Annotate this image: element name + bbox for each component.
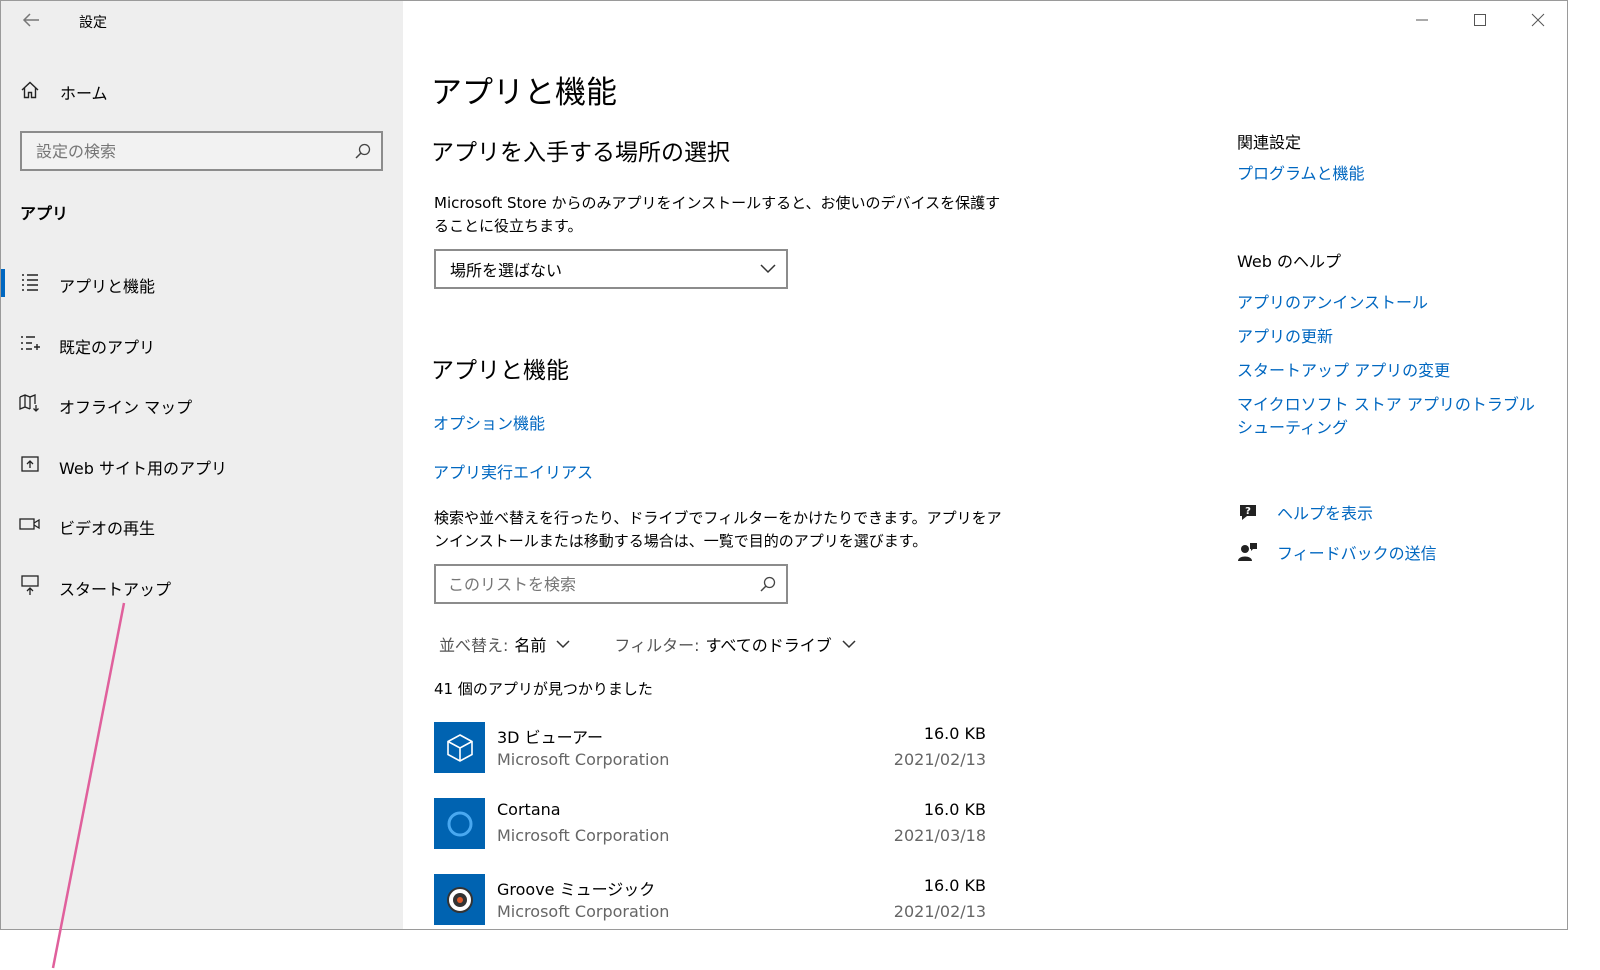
search-icon[interactable] — [345, 133, 381, 169]
maximize-button[interactable] — [1451, 1, 1509, 39]
settings-search-box[interactable] — [20, 131, 383, 171]
window-controls — [1393, 1, 1567, 39]
sort-value: 名前 — [514, 636, 547, 655]
apps-features-icon — [19, 271, 41, 293]
app-list-item[interactable]: Cortana Microsoft Corporation 16.0 KB 20… — [434, 798, 994, 850]
app-list-item[interactable]: 3D ビューアー Microsoft Corporation 16.0 KB 2… — [434, 722, 994, 774]
sidebar-item-label: アプリと機能 — [59, 277, 156, 296]
close-button[interactable] — [1509, 1, 1567, 39]
app-size: 16.0 KB — [923, 876, 986, 895]
chevron-down-icon — [556, 639, 570, 648]
search-icon[interactable] — [750, 566, 786, 602]
page-title: アプリと機能 — [431, 75, 617, 111]
sort-label: 並べ替え: — [439, 636, 509, 655]
app-count: 41 個のアプリが見つかりました — [434, 680, 653, 698]
apps-features-heading: アプリと機能 — [431, 358, 569, 384]
choose-location-heading: アプリを入手する場所の選択 — [431, 140, 730, 166]
home-label: ホーム — [60, 84, 108, 103]
app-size: 16.0 KB — [923, 724, 986, 743]
cortana-ring-icon — [434, 798, 485, 849]
sidebar-item-default-apps[interactable]: 既定のアプリ — [1, 322, 403, 383]
feedback-person-icon — [1238, 543, 1257, 561]
chevron-down-icon — [760, 264, 776, 274]
help-link-uninstall[interactable]: アプリのアンインストール — [1237, 291, 1537, 314]
app-name: Cortana — [497, 800, 561, 819]
sidebar-item-label: ビデオの再生 — [59, 519, 156, 538]
sidebar-item-label: スタートアップ — [59, 579, 172, 599]
filter-label: フィルター: — [614, 636, 700, 655]
help-link-startup[interactable]: スタートアップ アプリの変更 — [1237, 359, 1537, 382]
sidebar-item-video-playback[interactable]: ビデオの再生 — [1, 503, 403, 564]
app-date: 2021/02/13 — [893, 750, 986, 769]
dropdown-value: 場所を選ばない — [450, 261, 563, 280]
app-publisher: Microsoft Corporation — [497, 826, 670, 845]
app-date: 2021/02/13 — [893, 902, 986, 921]
sidebar-item-offline-maps[interactable]: オフライン マップ — [1, 382, 403, 443]
app-name: Groove ミュージック — [497, 880, 656, 899]
home-nav[interactable]: ホーム — [20, 81, 108, 103]
sidebar-item-apps-features[interactable]: アプリと機能 — [1, 261, 403, 322]
app-list-search-input[interactable] — [436, 573, 750, 595]
web-help-heading: Web のヘルプ — [1237, 252, 1341, 271]
home-icon — [20, 80, 40, 104]
app-list-search-box[interactable] — [434, 564, 788, 604]
cube-icon — [434, 722, 485, 773]
window-title: 設定 — [79, 15, 107, 31]
sidebar-item-label: 既定のアプリ — [59, 337, 156, 357]
sidebar-item-label: Web サイト用のアプリ — [59, 458, 227, 478]
app-publisher: Microsoft Corporation — [497, 902, 670, 921]
sidebar-item-label: オフライン マップ — [59, 398, 193, 417]
maximize-icon — [1474, 14, 1486, 26]
settings-search-input[interactable] — [22, 140, 345, 162]
settings-window: 設定 ホーム アプリ アプリと機能 — [0, 0, 1568, 930]
choose-location-description: Microsoft Store からのみアプリをインストールすると、お使いのデバ… — [434, 194, 1001, 235]
sort-dropdown[interactable]: 並べ替え: 名前 — [439, 632, 570, 656]
startup-icon — [19, 574, 41, 596]
sidebar-item-startup[interactable]: スタートアップ — [1, 564, 403, 625]
app-execution-aliases-link[interactable]: アプリ実行エイリアス — [433, 459, 593, 483]
feedback-label: フィードバックの送信 — [1277, 544, 1437, 563]
app-list-item[interactable]: Groove ミュージック Microsoft Corporation 16.0… — [434, 874, 994, 926]
apps-list-description: 検索や並べ替えを行ったり、ドライブでフィルターをかけたりできます。アプリをアンイ… — [434, 509, 1002, 550]
offline-maps-icon — [19, 392, 41, 414]
default-apps-icon — [19, 332, 41, 354]
app-name: 3D ビューアー — [497, 728, 603, 747]
sidebar-item-apps-for-websites[interactable]: Web サイト用のアプリ — [1, 443, 403, 504]
app-date: 2021/03/18 — [893, 826, 986, 845]
help-link-update[interactable]: アプリの更新 — [1237, 325, 1537, 348]
filter-value: すべてのドライブ — [705, 636, 832, 655]
optional-features-link[interactable]: オプション機能 — [433, 410, 545, 434]
sidebar: 設定 ホーム アプリ アプリと機能 — [1, 1, 403, 929]
back-arrow-icon[interactable] — [21, 11, 41, 29]
install-location-dropdown[interactable]: 場所を選ばない — [434, 249, 788, 289]
get-help-link[interactable]: ? ヘルプを表示 — [1237, 500, 1373, 524]
get-help-label: ヘルプを表示 — [1277, 504, 1374, 523]
section-label: アプリ — [20, 204, 69, 223]
programs-features-link[interactable]: プログラムと機能 — [1237, 162, 1537, 185]
svg-text:?: ? — [1245, 506, 1251, 517]
send-feedback-link[interactable]: フィードバックの送信 — [1237, 540, 1437, 564]
groove-music-icon — [434, 874, 485, 925]
help-chat-icon: ? — [1240, 505, 1256, 520]
selection-indicator — [1, 269, 5, 297]
apps-for-websites-icon — [19, 453, 41, 475]
close-icon — [1531, 13, 1545, 27]
minimize-button[interactable] — [1393, 1, 1451, 39]
sort-filter-row: 並べ替え: 名前 フィルター: すべてのドライブ — [439, 633, 900, 655]
related-settings-heading: 関連設定 — [1237, 133, 1302, 152]
minimize-icon — [1416, 19, 1428, 21]
app-size: 16.0 KB — [923, 800, 986, 819]
help-link-troubleshoot[interactable]: マイクロソフト ストア アプリのトラブルシューティング — [1237, 393, 1537, 439]
app-publisher: Microsoft Corporation — [497, 750, 670, 769]
sidebar-nav: アプリと機能 既定のアプリ オフライン マップ Web サイト用のアプリ ビデオ… — [1, 261, 403, 624]
video-playback-icon — [19, 513, 41, 535]
chevron-down-icon — [842, 639, 856, 648]
filter-dropdown[interactable]: フィルター: すべてのドライブ — [614, 632, 856, 656]
